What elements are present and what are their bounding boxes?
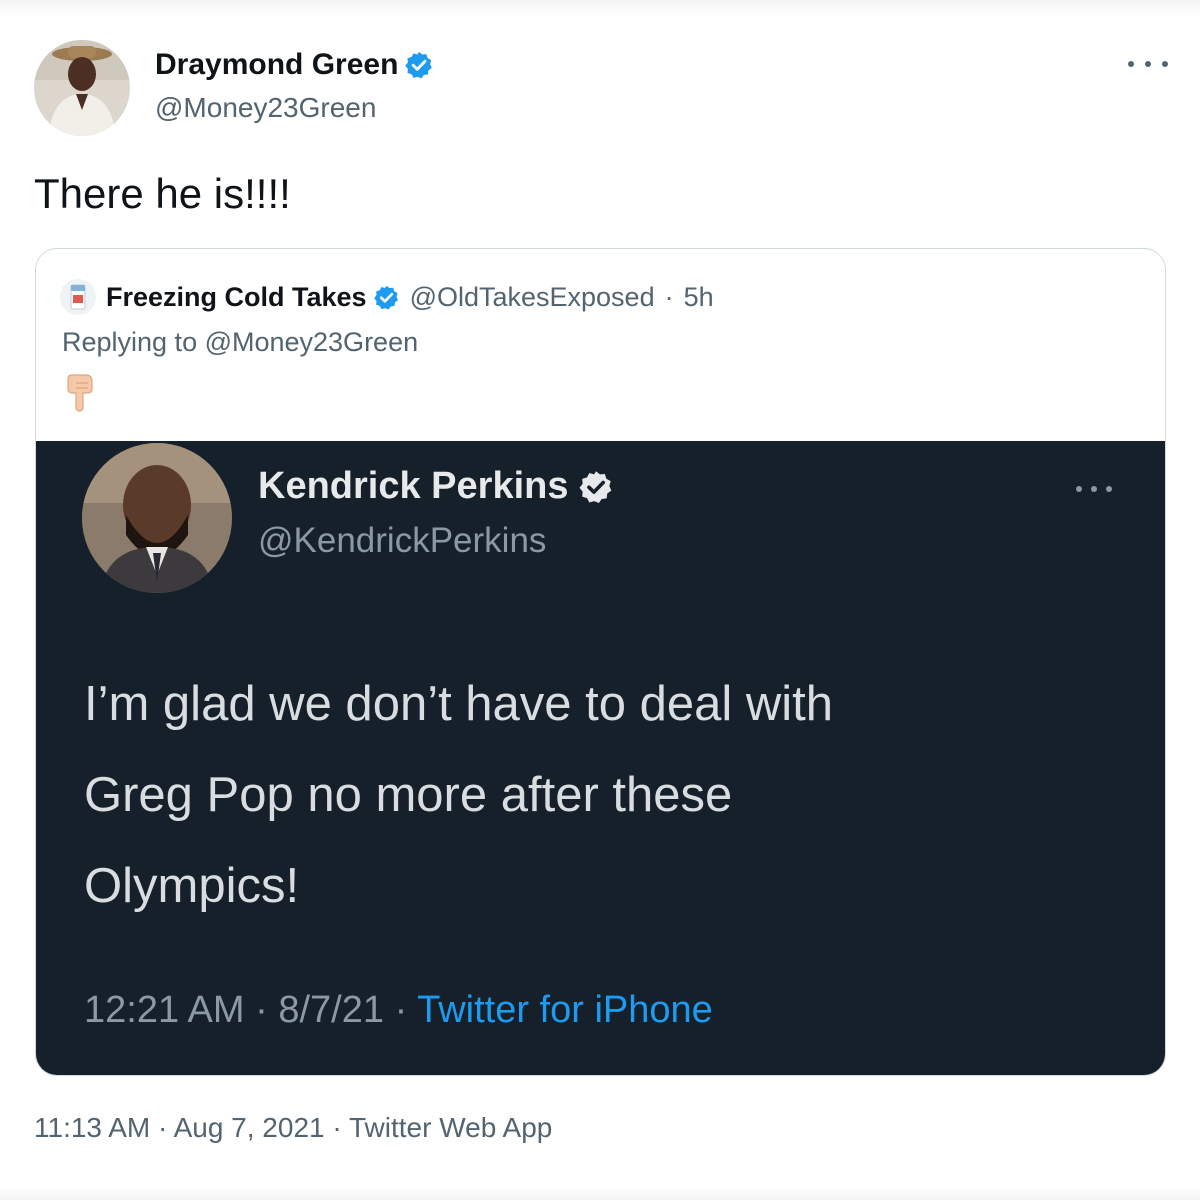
- author-name-text: Draymond Green: [155, 48, 399, 81]
- tweet: Draymond Green @Money23Green There he is…: [0, 0, 1200, 1200]
- tweet-date-link[interactable]: Aug 7, 2021: [174, 1112, 325, 1143]
- embedded-tweet-text: I’m glad we don’t have to deal with Greg…: [84, 659, 1104, 932]
- tweet-time-link[interactable]: 11:13 AM: [34, 1112, 150, 1143]
- verified-badge-icon: [405, 51, 433, 79]
- tweet-meta: 11:13 AM · Aug 7, 2021 · Twitter Web App: [34, 1112, 552, 1144]
- author-handle[interactable]: @Money23Green: [155, 92, 376, 124]
- verified-badge-icon: [373, 285, 398, 310]
- author-avatar[interactable]: [34, 40, 130, 136]
- author-name[interactable]: Draymond Green: [155, 48, 434, 82]
- tweet-source-link[interactable]: Twitter Web App: [349, 1112, 552, 1143]
- embedded-author-handle: @KendrickPerkins: [258, 521, 547, 560]
- quoted-author-avatar[interactable]: [60, 279, 96, 315]
- bottom-shadow: [0, 1186, 1200, 1200]
- pointing-down-emoji-icon: [62, 373, 98, 413]
- separator-dot: ·: [158, 1112, 168, 1143]
- separator-dot: ·: [255, 989, 268, 1031]
- embedded-text-line: Olympics!: [84, 859, 300, 913]
- embedded-author-name: Kendrick Perkins: [258, 465, 614, 508]
- quoted-tweet-card[interactable]: Freezing Cold Takes @OldTakesExposed · 5…: [35, 248, 1166, 1076]
- quoted-author-name[interactable]: Freezing Cold Takes: [106, 282, 400, 313]
- embedded-author-avatar: [82, 443, 232, 593]
- more-options-icon: [1076, 479, 1112, 499]
- embedded-text-line: Greg Pop no more after these: [84, 768, 733, 822]
- quoted-author-handle[interactable]: @OldTakesExposed: [410, 282, 655, 313]
- separator-dot: ·: [664, 281, 674, 312]
- tweet-text: There he is!!!!: [34, 170, 291, 217]
- more-options-icon[interactable]: [1128, 52, 1168, 76]
- quoted-author-name-text: Freezing Cold Takes: [106, 281, 367, 312]
- quoted-tweet-header: Freezing Cold Takes @OldTakesExposed · 5…: [60, 277, 714, 317]
- embedded-source: Twitter for iPhone: [417, 989, 713, 1031]
- replying-to: Replying to @Money23Green: [62, 327, 419, 357]
- embedded-tweet-meta: 12:21 AM · 8/7/21 · Twitter for iPhone: [84, 989, 713, 1032]
- verified-badge-icon: [579, 470, 612, 503]
- quoted-tweet-screenshot[interactable]: Kendrick Perkins @KendrickPerkins I’m gl…: [36, 441, 1165, 1075]
- embedded-text-line: I’m glad we don’t have to deal with: [84, 677, 834, 731]
- separator-dot: ·: [394, 989, 408, 1031]
- quoted-tweet-time[interactable]: 5h: [684, 282, 714, 313]
- embedded-author-name-text: Kendrick Perkins: [258, 465, 569, 507]
- embedded-date: 8/7/21: [278, 989, 384, 1031]
- embedded-time: 12:21 AM: [84, 989, 245, 1031]
- separator-dot: ·: [332, 1112, 342, 1143]
